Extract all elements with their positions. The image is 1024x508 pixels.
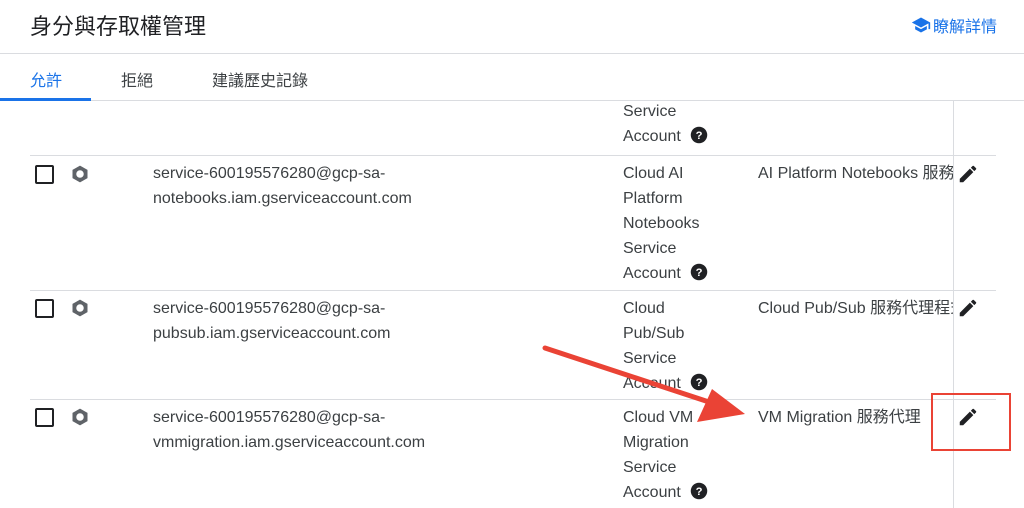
edit-icon[interactable]	[957, 163, 979, 185]
row-divider	[30, 290, 996, 291]
svg-text:?: ?	[695, 130, 702, 142]
role-label: VM Migration 服務代理	[758, 409, 921, 426]
member-name: Service Account?	[623, 101, 743, 149]
tab-recommendation-history[interactable]: 建議歷史記錄	[212, 67, 308, 91]
school-icon	[911, 17, 931, 33]
member-email: service-600195576280@gcp-sa- vmmigration…	[153, 409, 426, 451]
row-checkbox[interactable]	[35, 299, 54, 318]
row-divider	[30, 399, 996, 400]
page-title: 身分與存取權管理	[30, 15, 207, 40]
tab-bar: 允許 拒絕 建議歷史記錄	[0, 54, 1024, 101]
tab-deny[interactable]: 拒絕	[121, 67, 153, 91]
member-name: Cloud VM Migration Service Account?	[623, 405, 743, 505]
page-header: 身分與存取權管理 瞭解詳情	[0, 0, 1024, 54]
member-name: Cloud Pub/Sub Service Account?	[623, 296, 743, 396]
help-icon[interactable]: ?	[690, 482, 708, 500]
help-icon[interactable]: ?	[690, 263, 708, 281]
row-divider	[30, 155, 996, 156]
member-name: Cloud AI Platform Notebooks Service Acco…	[623, 161, 743, 286]
help-icon[interactable]: ?	[690, 126, 708, 144]
member-email: service-600195576280@gcp-sa- pubsub.iam.…	[153, 300, 391, 342]
learn-more-label: 瞭解詳情	[932, 17, 997, 36]
learn-more-link[interactable]: 瞭解詳情	[911, 13, 997, 37]
svg-text:?: ?	[695, 267, 702, 279]
row-checkbox[interactable]	[35, 408, 54, 427]
role-label: Cloud Pub/Sub 服務代理程式	[758, 300, 953, 317]
svg-text:?: ?	[695, 377, 702, 389]
member-email: service-600195576280@gcp-sa- notebooks.i…	[153, 165, 412, 207]
tab-allow[interactable]: 允許	[30, 67, 62, 91]
role-label: AI Platform Notebooks 服務代理	[758, 165, 953, 182]
service-account-icon	[72, 299, 88, 317]
principals-table: Service Account? service-600195576280@gc…	[0, 101, 1024, 508]
row-checkbox[interactable]	[35, 165, 54, 184]
help-icon[interactable]: ?	[690, 373, 708, 391]
highlight-box	[931, 393, 1011, 451]
edit-icon[interactable]	[957, 297, 979, 319]
service-account-icon	[72, 165, 88, 183]
svg-text:?: ?	[695, 486, 702, 498]
service-account-icon	[72, 408, 88, 426]
